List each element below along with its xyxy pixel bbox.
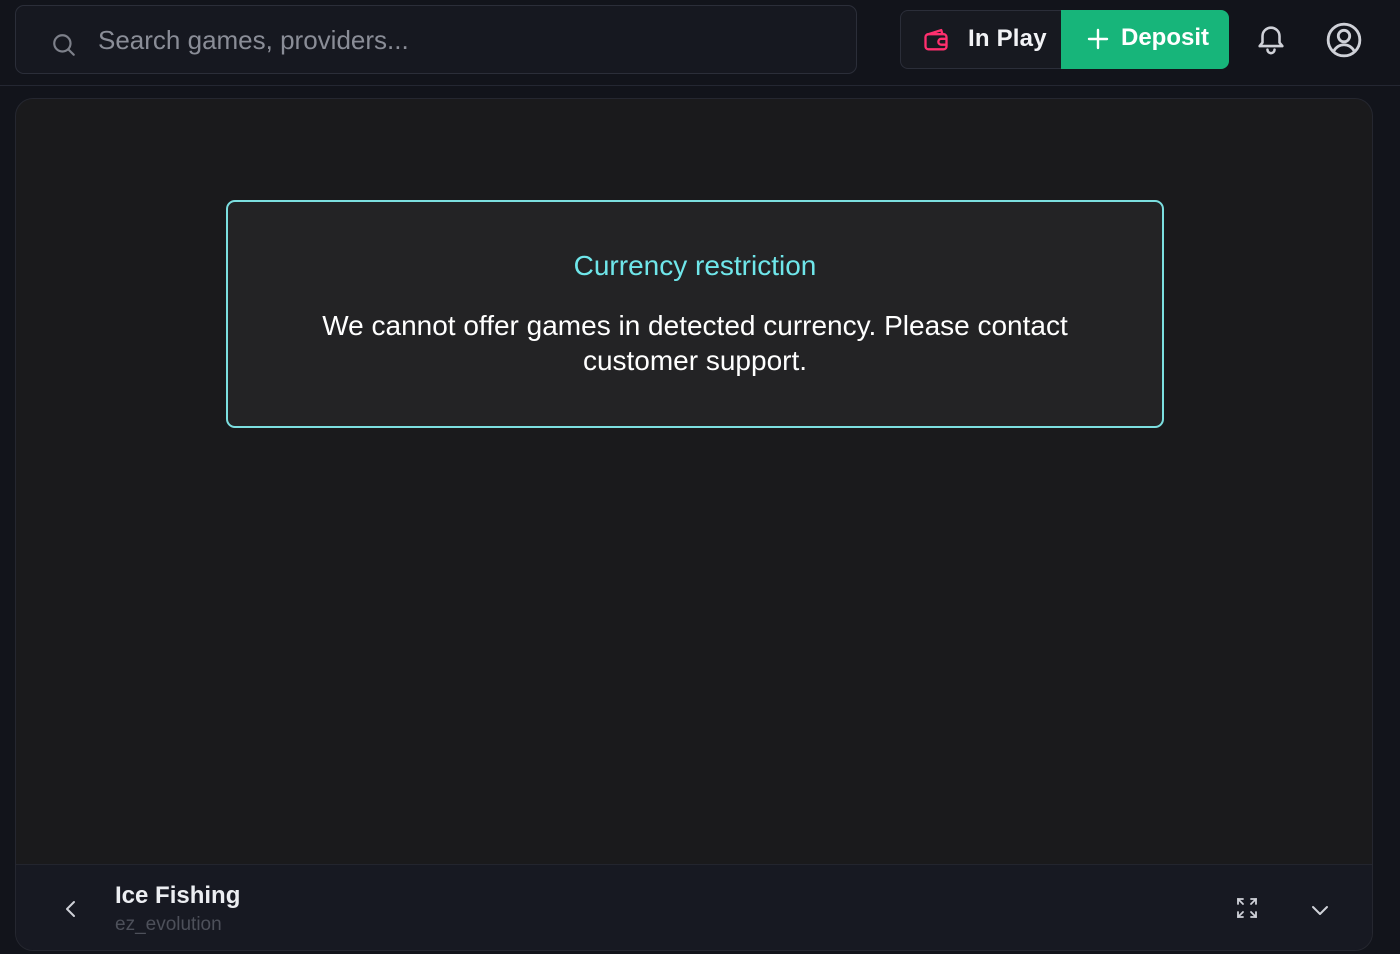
wallet-icon (924, 28, 948, 51)
currency-restriction-dialog: Currency restriction We cannot offer gam… (226, 200, 1164, 428)
in-play-label: In Play (968, 25, 1047, 52)
search-box[interactable] (15, 5, 857, 74)
chevron-down-icon[interactable] (1309, 899, 1331, 921)
top-header: In Play Deposit (0, 0, 1400, 86)
dialog-title: Currency restriction (573, 250, 817, 281)
game-bottom-bar: Ice Fishing ez_evolution (16, 864, 1372, 950)
dialog-message: We cannot offer games in detected curren… (322, 310, 1068, 376)
deposit-label: Deposit (1121, 24, 1210, 51)
game-provider: ez_evolution (115, 914, 222, 935)
search-input[interactable] (98, 20, 838, 60)
user-circle-icon[interactable] (1325, 21, 1363, 59)
bell-icon[interactable] (1254, 21, 1288, 57)
plus-icon (1087, 28, 1109, 50)
chevron-left-icon[interactable] (60, 898, 82, 920)
search-icon (53, 34, 75, 56)
game-frame: Currency restriction We cannot offer gam… (15, 98, 1373, 951)
fullscreen-icon[interactable] (1235, 896, 1259, 920)
in-play-button[interactable]: In Play (900, 10, 1062, 69)
deposit-button[interactable]: Deposit (1061, 10, 1229, 69)
game-title: Ice Fishing (115, 882, 241, 909)
